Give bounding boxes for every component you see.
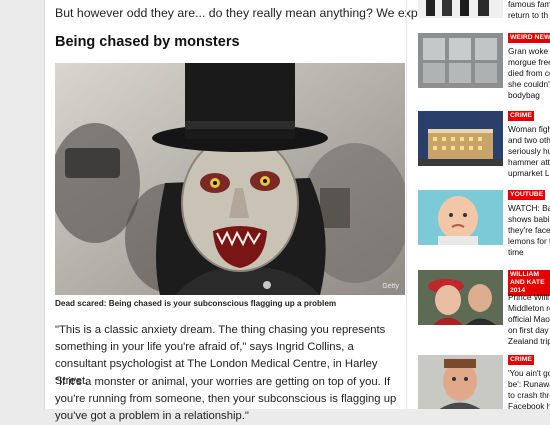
story-headline[interactable]: Woman figh and two oth seriously hu hamm… bbox=[508, 124, 550, 179]
page-container: But however odd they are... do they real… bbox=[44, 0, 550, 422]
monster-mask-picture bbox=[55, 63, 405, 295]
sidebar-story[interactable]: CRIME 'You ain't go be': Runawa to crash… bbox=[418, 355, 550, 409]
story-thumbnail[interactable] bbox=[418, 0, 503, 18]
image-caption: Dead scared: Being chased is your subcon… bbox=[55, 299, 337, 308]
image-credit: Getty bbox=[382, 283, 399, 290]
sidebar-story[interactable]: YOUTUBE WATCH: Bab shows babie they're f… bbox=[418, 190, 550, 274]
story-thumbnail[interactable] bbox=[418, 355, 503, 409]
story-thumbnail[interactable] bbox=[418, 33, 503, 88]
story-thumbnail[interactable] bbox=[418, 111, 503, 166]
category-tag[interactable]: YOUTUBE bbox=[508, 190, 546, 200]
story-headline[interactable]: 'You ain't go be': Runawa to crash thro … bbox=[508, 368, 550, 409]
story-headline[interactable]: famous fami return to th bbox=[508, 0, 550, 21]
story-thumbnail[interactable] bbox=[418, 270, 503, 325]
sidebar-story[interactable]: WEIRD NEWS Gran woke morgue free died fr… bbox=[418, 33, 550, 117]
story-headline[interactable]: WATCH: Bab shows babie they're face lemo… bbox=[508, 203, 550, 258]
article-paragraph: "If it's a monster or animal, your worri… bbox=[55, 376, 397, 422]
sidebar-story[interactable]: WILLIAM AND KATE 2014 Prince Willi Middl… bbox=[418, 270, 550, 354]
story-headline[interactable]: Prince Willi Middleton re official Mao o… bbox=[508, 292, 550, 347]
article-intro: But however odd they are... do they real… bbox=[55, 6, 491, 20]
story-headline[interactable]: Gran woke morgue free died from co she c… bbox=[508, 46, 550, 101]
category-tag[interactable]: CRIME bbox=[508, 111, 534, 121]
hero-image[interactable]: Getty bbox=[55, 63, 405, 295]
category-tag[interactable]: CRIME bbox=[508, 355, 534, 365]
column-divider bbox=[406, 0, 407, 409]
section-heading: Being chased by monsters bbox=[55, 34, 240, 50]
sidebar-news-list: famous fami return to th WEIRD NEWS Gran… bbox=[418, 0, 550, 409]
sidebar-story[interactable]: CRIME Woman figh and two oth seriously h… bbox=[418, 111, 550, 195]
story-thumbnail[interactable] bbox=[418, 190, 503, 245]
category-tag[interactable]: WEIRD NEWS bbox=[508, 33, 550, 43]
